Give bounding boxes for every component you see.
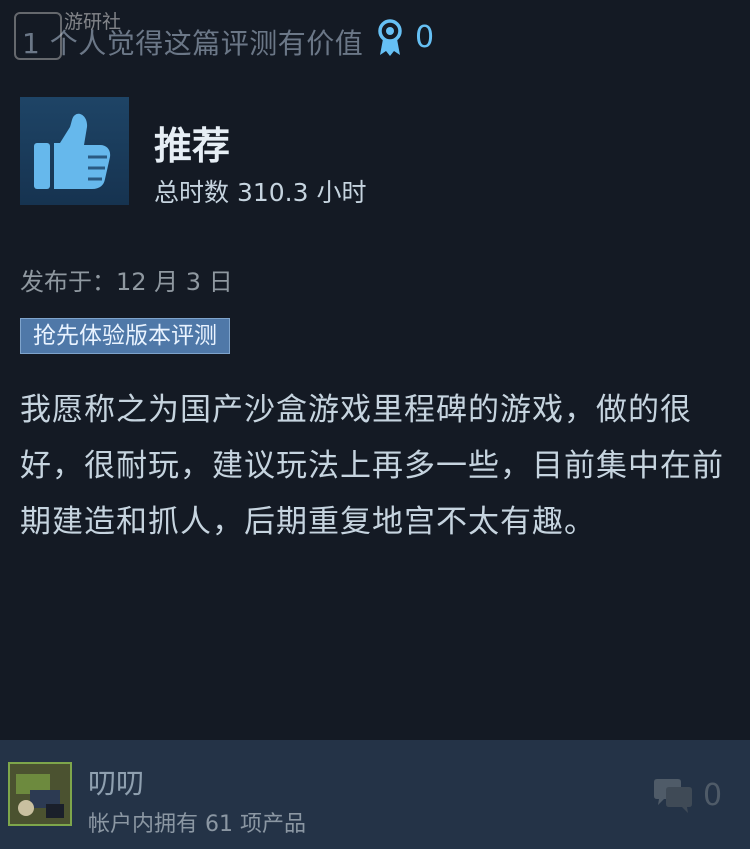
avatar-image xyxy=(10,764,70,824)
review-body: 我愿称之为国产沙盒游戏里程碑的游戏，做的很好，很耐玩，建议玩法上再多一些，目前集… xyxy=(20,392,724,540)
posted-date: 发布于：12 月 3 日 xyxy=(20,268,233,296)
thumbs-up-icon xyxy=(34,113,111,189)
playtime-hours: 总时数 310.3 小时 xyxy=(154,178,367,207)
award-ribbon-icon[interactable] xyxy=(375,18,405,58)
recommendation-header: 推荐 总时数 310.3 小时 xyxy=(20,97,730,207)
avatar[interactable] xyxy=(8,762,72,826)
recommendation-verdict: 推荐 xyxy=(154,124,231,168)
helpful-bar: 1 个人觉得这篇评测有价值 游研社 0 xyxy=(0,0,750,80)
watermark-text: 游研社 xyxy=(64,11,122,33)
thumb-box[interactable] xyxy=(20,97,129,205)
comment-bubbles-icon[interactable] xyxy=(652,778,694,816)
award-count: 0 xyxy=(415,20,435,55)
author-name[interactable]: 叨叨 xyxy=(88,762,144,802)
watermark-logo xyxy=(14,12,62,60)
comment-count: 0 xyxy=(703,778,723,813)
early-access-badge: 抢先体验版本评测 xyxy=(20,318,230,354)
author-bar: 叨叨 帐户内拥有 61 项产品 0 xyxy=(0,740,750,849)
author-product-count: 帐户内拥有 61 项产品 xyxy=(88,812,306,837)
